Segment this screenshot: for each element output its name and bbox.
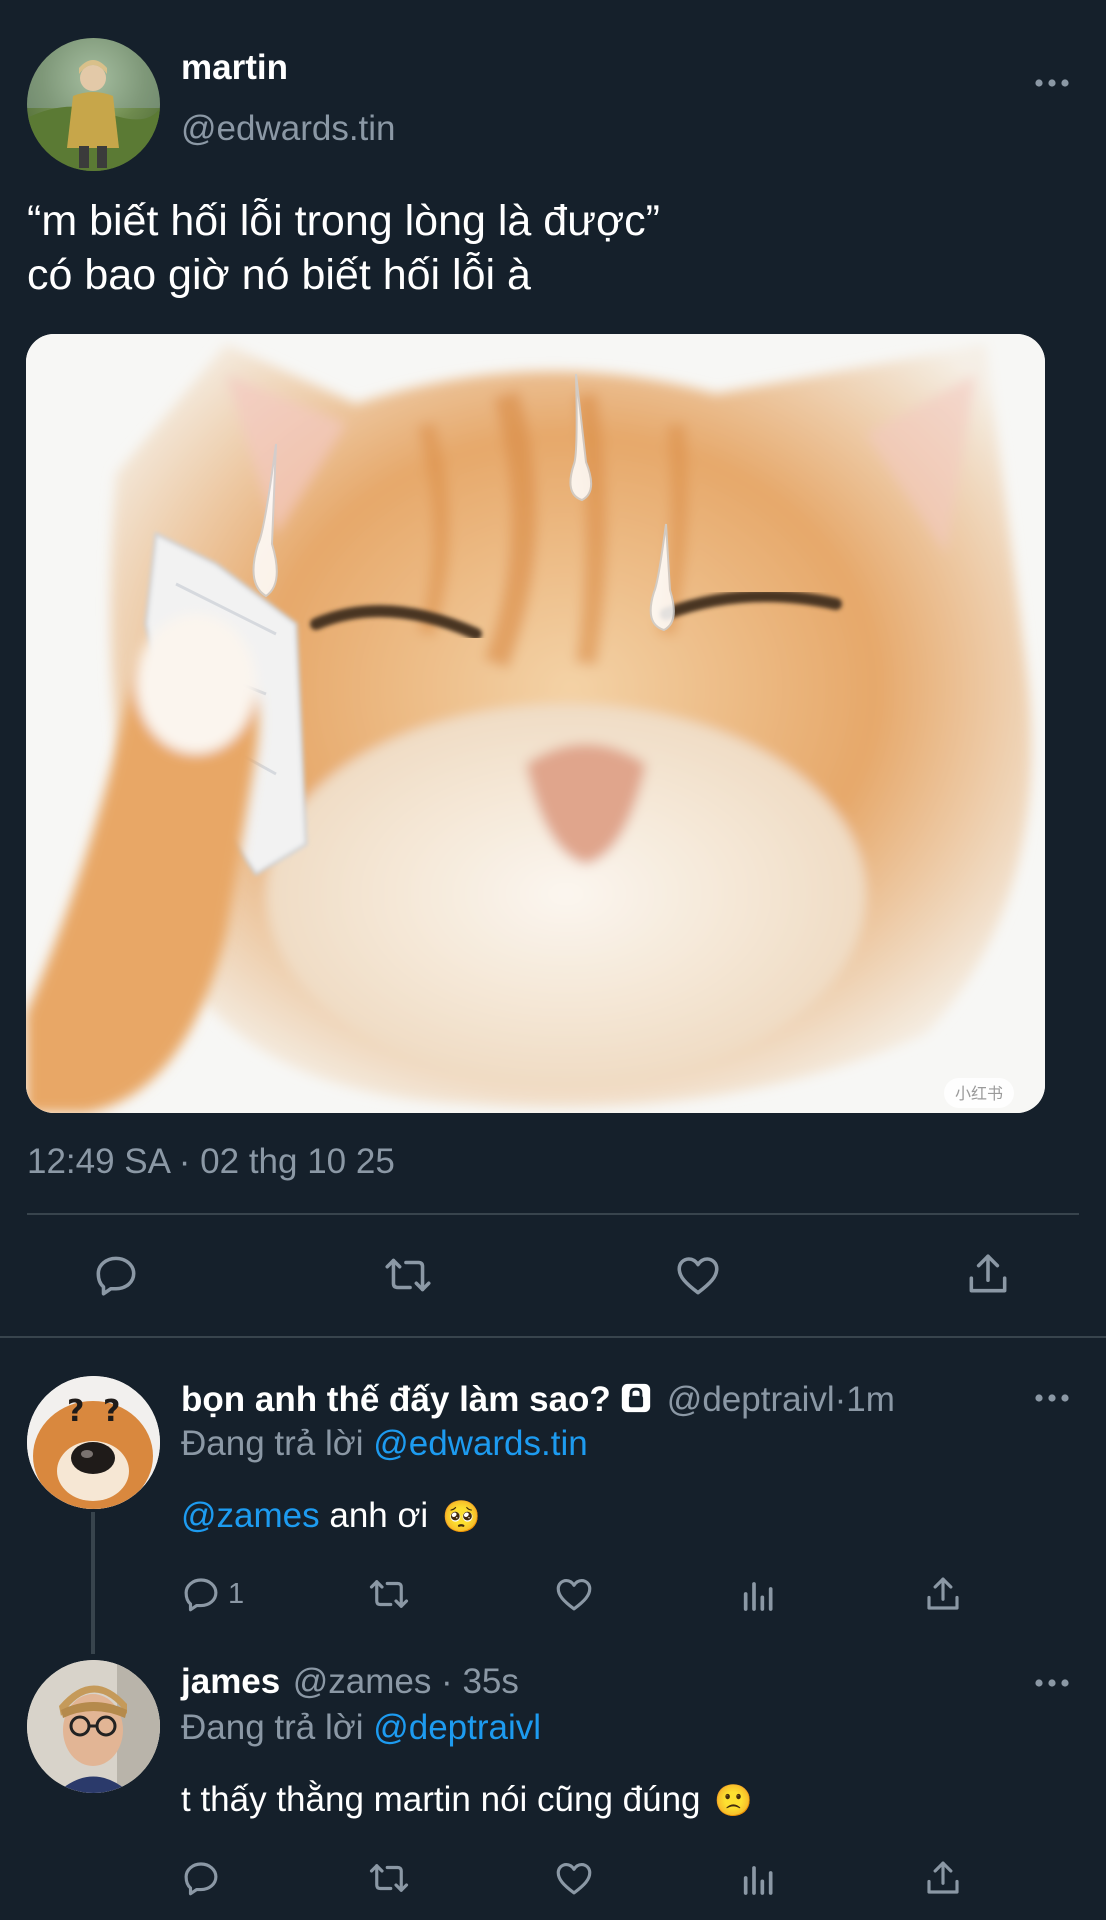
more-horizontal-icon xyxy=(1035,1394,1069,1402)
retweet-button[interactable] xyxy=(364,1571,414,1617)
reply-handle[interactable]: @zames xyxy=(293,1662,432,1701)
tweet-text: “m biết hối lỗi trong lòng là được” có b… xyxy=(27,194,660,302)
reply-count: 1 xyxy=(228,1577,245,1610)
analytics-icon xyxy=(743,1582,773,1611)
replying-to-mention[interactable]: @deptraivl xyxy=(373,1708,541,1747)
like-icon xyxy=(677,1257,719,1295)
share-icon xyxy=(927,1577,959,1610)
retweet-icon xyxy=(369,1864,409,1892)
svg-text:?: ? xyxy=(103,1394,120,1429)
like-icon xyxy=(556,1862,592,1895)
like-icon xyxy=(556,1578,592,1611)
retweet-button[interactable] xyxy=(378,1250,438,1300)
reply-icon xyxy=(184,1862,218,1896)
replying-to-prefix: Đang trả lời xyxy=(181,1424,374,1463)
separator: · xyxy=(834,1380,847,1419)
divider xyxy=(27,1213,1079,1215)
more-horizontal-icon xyxy=(1035,1679,1069,1687)
person-photo xyxy=(27,1660,160,1793)
analytics-button[interactable] xyxy=(736,1571,782,1617)
pleading-face-emoji: 🥺 xyxy=(441,1499,481,1534)
reply-button[interactable] xyxy=(180,1855,230,1901)
reply-text: @zames anh ơi 🥺 xyxy=(181,1496,481,1536)
analytics-icon xyxy=(743,1866,773,1895)
watermark: 小红书 xyxy=(944,1078,1014,1108)
frowning-face-emoji: 🙁 xyxy=(714,1783,753,1818)
replying-to: Đang trả lời @deptraivl xyxy=(181,1708,541,1748)
reply-more-button[interactable] xyxy=(1030,1381,1074,1415)
reply-button[interactable] xyxy=(86,1250,146,1300)
reply-icon xyxy=(96,1256,136,1296)
reply-text-body: t thấy thằng martin nói cũng đúng xyxy=(181,1780,701,1819)
reply-more-button[interactable] xyxy=(1030,1666,1074,1700)
reply-header: james @zames · 35s xyxy=(181,1662,519,1702)
replying-to: Đang trả lời @edwards.tin xyxy=(181,1424,588,1464)
reply-text-body: anh ơi xyxy=(319,1496,429,1535)
share-button[interactable] xyxy=(920,1571,966,1617)
reply-display-name[interactable]: james xyxy=(181,1662,280,1701)
reply-avatar-zames[interactable] xyxy=(27,1660,160,1793)
author-display-name[interactable]: martin xyxy=(181,48,288,88)
dog-photo: ? ? xyxy=(27,1376,160,1509)
like-button[interactable] xyxy=(668,1250,728,1300)
more-options-button[interactable] xyxy=(1030,66,1074,100)
text-mention[interactable]: @zames xyxy=(181,1496,320,1535)
retweet-button[interactable] xyxy=(364,1855,414,1901)
svg-text:?: ? xyxy=(67,1394,84,1429)
tweet-text-line-2: có bao giờ nó biết hối lỗi à xyxy=(27,251,531,299)
author-handle[interactable]: @edwards.tin xyxy=(181,109,396,149)
crying-cat-image: 小红书 xyxy=(26,334,1045,1113)
reply-time[interactable]: 35s xyxy=(462,1662,518,1701)
share-icon xyxy=(927,1861,959,1894)
share-icon xyxy=(969,1254,1007,1293)
retweet-icon xyxy=(385,1258,431,1292)
share-button[interactable] xyxy=(958,1248,1018,1300)
lock-icon xyxy=(619,1381,653,1420)
thread-connector xyxy=(91,1512,95,1654)
replying-to-mention[interactable]: @edwards.tin xyxy=(373,1424,588,1463)
like-button[interactable] xyxy=(550,1855,598,1901)
reply-icon xyxy=(184,1578,218,1612)
analytics-button[interactable] xyxy=(736,1855,782,1901)
tweet-media-image[interactable]: 小红书 xyxy=(26,334,1045,1113)
reply-avatar-deptraivl[interactable]: ? ? xyxy=(27,1376,160,1509)
separator: · xyxy=(431,1662,463,1701)
reply-display-name[interactable]: bọn anh thế đấy làm sao? xyxy=(181,1380,611,1420)
person-photo xyxy=(27,38,160,171)
reply-handle[interactable]: @deptraivl xyxy=(667,1380,835,1420)
reply-time[interactable]: 1m xyxy=(846,1380,895,1420)
tweet-text-line-1: “m biết hối lỗi trong lòng là được” xyxy=(27,197,660,245)
replying-to-prefix: Đang trả lời xyxy=(181,1708,374,1747)
svg-text:小红书: 小红书 xyxy=(955,1084,1003,1103)
reply-text: t thấy thằng martin nói cũng đúng 🙁 xyxy=(181,1780,753,1820)
divider xyxy=(0,1336,1106,1338)
share-button[interactable] xyxy=(920,1855,966,1901)
reply-button[interactable]: 1 xyxy=(180,1571,260,1617)
retweet-icon xyxy=(369,1580,409,1608)
reply-header: bọn anh thế đấy làm sao? @deptraivl · 1m xyxy=(181,1380,895,1420)
tweet-timestamp[interactable]: 12:49 SA · 02 thg 10 25 xyxy=(27,1142,395,1182)
more-horizontal-icon xyxy=(1035,79,1069,87)
author-avatar[interactable] xyxy=(27,38,160,171)
like-button[interactable] xyxy=(550,1571,598,1617)
